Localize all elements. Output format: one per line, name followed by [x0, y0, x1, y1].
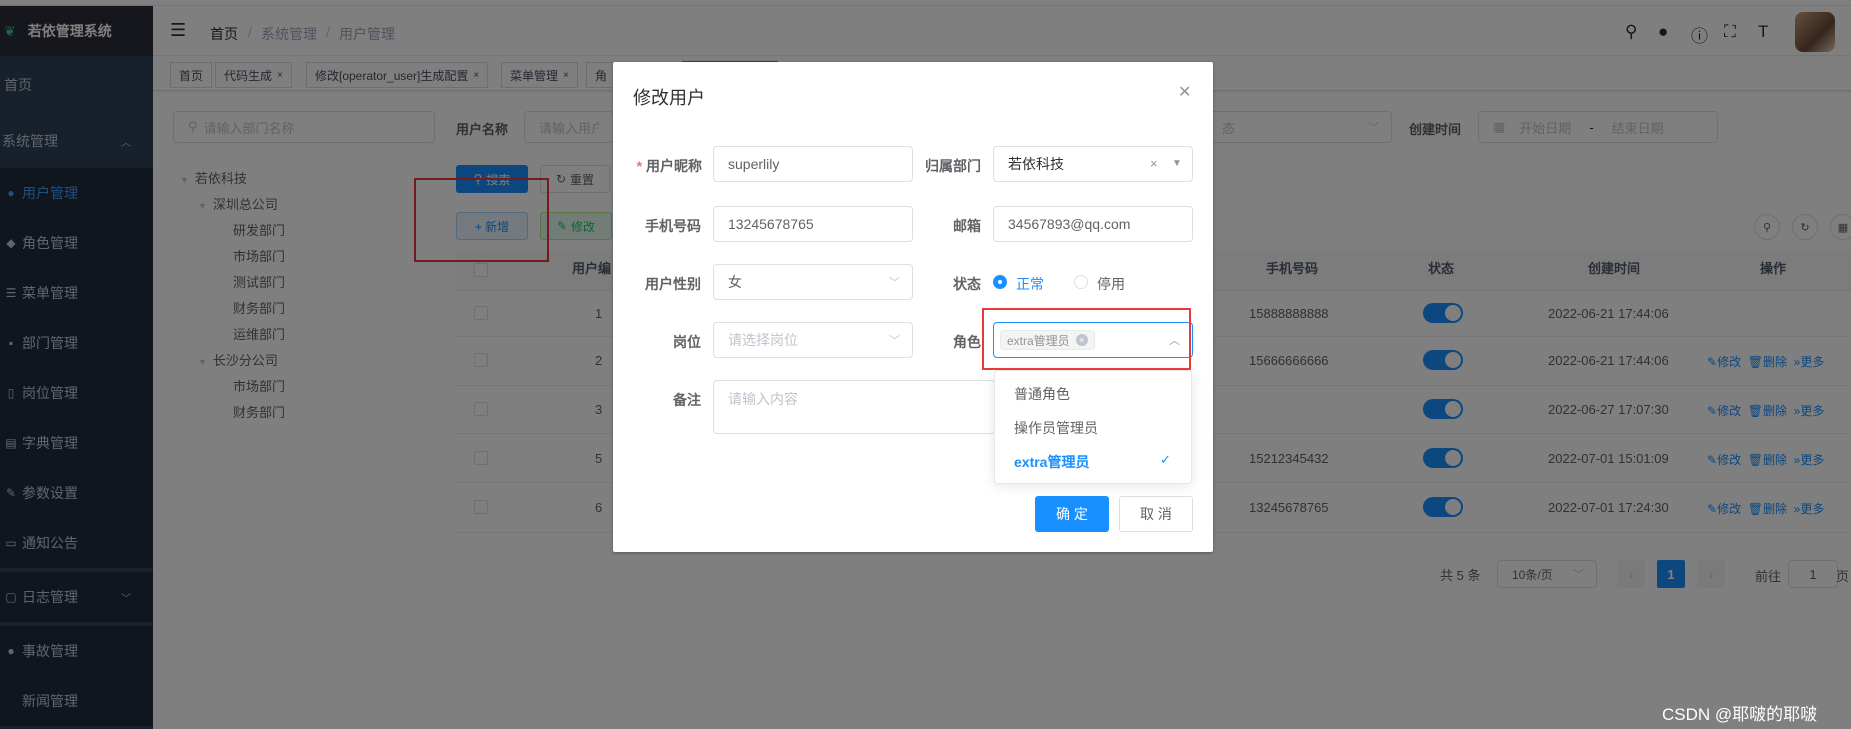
caret-down-icon: ▼	[1172, 158, 1182, 169]
status-disabled-label[interactable]: 停用	[1097, 274, 1125, 294]
role-option-selected[interactable]: extra管理员	[1014, 452, 1089, 472]
status-radio-disabled[interactable]	[1074, 275, 1088, 289]
phone-input[interactable]: 13245678765	[713, 206, 913, 242]
chevron-down-icon: ﹀	[889, 277, 900, 289]
gender-label: 用户性别	[645, 276, 701, 292]
phone-label: 手机号码	[645, 218, 701, 234]
remark-textarea[interactable]: 请输入内容	[713, 380, 995, 434]
email-label: 邮箱	[953, 218, 981, 234]
nickname-input[interactable]: superlily	[713, 146, 913, 182]
status-label: 状态	[953, 276, 981, 292]
email-input[interactable]: 34567893@qq.com	[993, 206, 1193, 242]
annotation-highlight-box	[982, 308, 1191, 370]
dept-treeselect[interactable]: 若依科技 × ▼	[993, 146, 1193, 182]
role-label: 角色	[953, 334, 981, 350]
role-option[interactable]: 普通角色	[1014, 384, 1070, 404]
dialog-title: 修改用户	[633, 88, 705, 108]
watermark: CSDN @耶啵的耶啵	[1662, 705, 1818, 724]
post-label: 岗位	[673, 334, 701, 350]
chevron-down-icon: ﹀	[889, 335, 900, 347]
gender-select[interactable]: 女 ﹀	[713, 264, 913, 300]
role-option[interactable]: 操作员管理员	[1014, 418, 1098, 438]
remark-label: 备注	[673, 392, 701, 408]
dept-label: 归属部门	[925, 158, 981, 174]
close-icon[interactable]: ✕	[1178, 82, 1191, 102]
status-normal-label[interactable]: 正常	[1016, 274, 1044, 294]
status-radio-normal[interactable]	[993, 275, 1007, 289]
nickname-label: * 用户昵称	[636, 158, 702, 174]
check-icon: ✓	[1160, 452, 1171, 467]
clear-icon[interactable]: ×	[1150, 156, 1158, 171]
cancel-button[interactable]: 取 消	[1119, 496, 1193, 532]
post-select[interactable]: 请选择岗位 ﹀	[713, 322, 913, 358]
confirm-button[interactable]: 确 定	[1035, 496, 1109, 532]
